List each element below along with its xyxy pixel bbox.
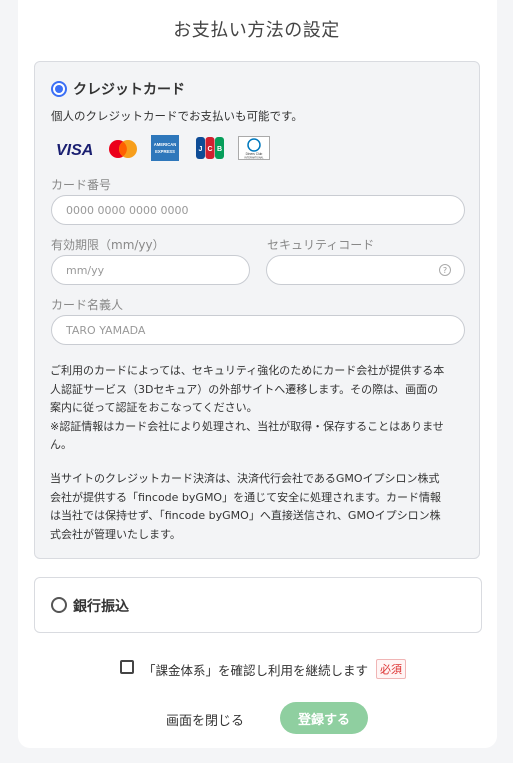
close-button[interactable]: 画面を閉じる <box>155 708 255 730</box>
mastercard-icon <box>106 138 140 160</box>
svg-text:J: J <box>199 146 203 153</box>
notice-line: 会社が提供する「fincode byGMO」を通じて安全に処理されます。カード情… <box>50 490 441 504</box>
card-holder-input[interactable] <box>51 315 465 345</box>
bank-transfer-radio[interactable] <box>51 597 67 613</box>
bank-transfer-option-label[interactable]: 銀行振込 <box>73 596 129 616</box>
expiry-label: 有効期限（mm/yy） <box>51 238 165 252</box>
notice-line: 式会社が管理いたします。 <box>50 527 181 541</box>
notice-line: 人認証サービス（3Dセキュア）の外部サイトへ遷移します。その際は、画面の <box>50 382 439 396</box>
amex-icon: AMERICAN EXPRESS <box>151 135 179 161</box>
card-holder-label: カード名義人 <box>51 298 124 312</box>
credit-card-option-label[interactable]: クレジットカード <box>73 79 185 99</box>
expiry-input[interactable] <box>51 255 250 285</box>
svg-text:EXPRESS: EXPRESS <box>155 149 175 154</box>
svg-text:INTERNATIONAL: INTERNATIONAL <box>245 157 265 160</box>
svg-text:AMERICAN: AMERICAN <box>154 142 177 147</box>
fincode-notice: 当サイトのクレジットカード決済は、決済代行会社であるGMOイプシロン株式 会社が… <box>50 470 470 544</box>
required-badge: 必須 <box>376 659 406 679</box>
notice-line: ※認証情報はカード会社により処理され、当社が取得・保存することはありませ <box>50 419 444 433</box>
notice-line: ん。 <box>50 438 72 451</box>
question-circle-icon[interactable]: ? <box>439 264 451 276</box>
agreement-checkbox[interactable] <box>120 660 134 674</box>
page-title: お支払い方法の設定 <box>173 20 340 41</box>
svg-text:C: C <box>207 146 212 153</box>
security-code-input[interactable] <box>266 255 465 285</box>
credit-card-description: 個人のクレジットカードでお支払いも可能です。 <box>51 109 303 123</box>
notice-line: ご利用のカードによっては、セキュリティ強化のためにカード会社が提供する本 <box>50 364 445 377</box>
svg-text:Diners Club: Diners Club <box>246 152 263 156</box>
3d-secure-notice: ご利用のカードによっては、セキュリティ強化のためにカード会社が提供する本 人認証… <box>50 362 470 455</box>
credit-card-radio[interactable] <box>51 81 67 97</box>
jcb-icon: J C B <box>196 137 224 159</box>
svg-text:B: B <box>217 146 222 153</box>
security-code-label: セキュリティコード <box>267 238 375 252</box>
card-number-input[interactable] <box>51 195 465 225</box>
card-number-label: カード番号 <box>51 178 112 192</box>
visa-icon: VISA <box>54 138 96 160</box>
diners-icon: Diners Club INTERNATIONAL <box>238 136 270 160</box>
notice-line: 案内に従って認証をおこなってください。 <box>50 401 258 414</box>
notice-line: 当サイトのクレジットカード決済は、決済代行会社であるGMOイプシロン株式 <box>50 472 440 485</box>
register-button[interactable]: 登録する <box>280 702 368 734</box>
notice-line: は当社では保持せず、「fincode byGMO」へ直接送信され、GMOイプシロ… <box>50 509 441 522</box>
visa-logo-text: VISA <box>56 142 93 158</box>
agreement-label[interactable]: 「課金体系」を確認し利用を継続します <box>143 660 368 679</box>
